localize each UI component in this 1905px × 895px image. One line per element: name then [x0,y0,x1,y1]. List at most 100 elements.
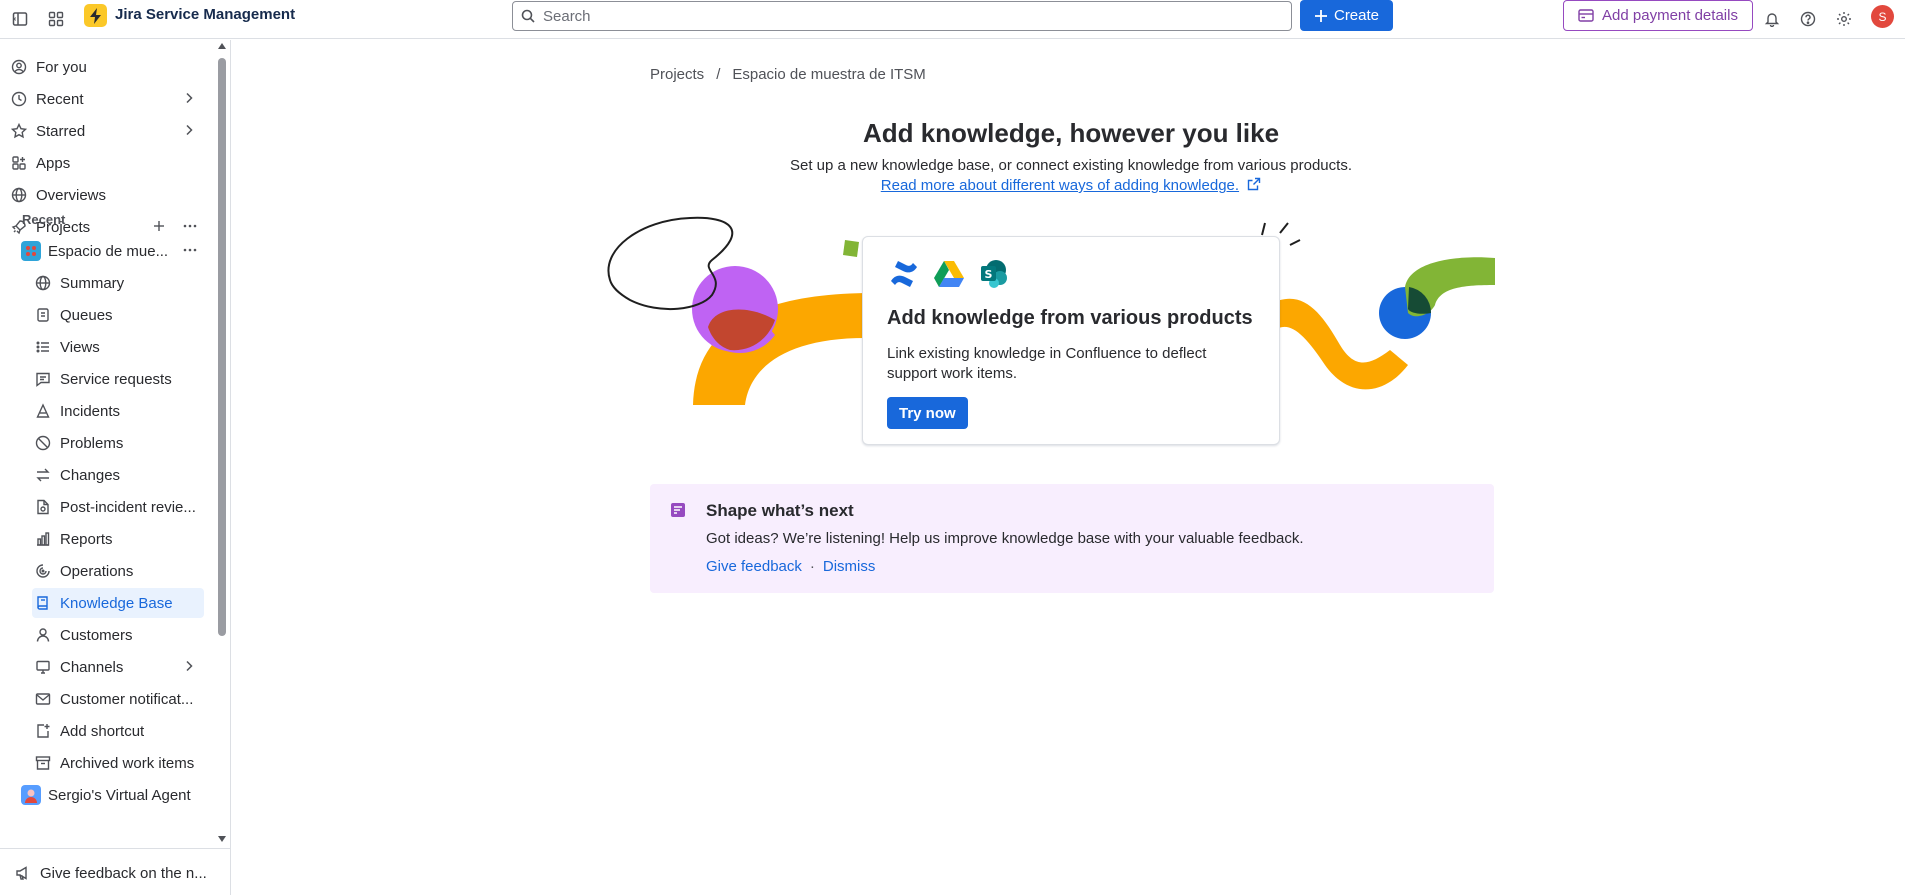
apps-icon [8,152,30,174]
megaphone-icon [12,862,34,884]
sharepoint-logo-icon: S [981,260,1007,288]
create-label: Create [1333,7,1380,24]
breadcrumb-projects[interactable]: Projects [650,66,704,83]
sidebar-project-espacio[interactable]: Espacio de mue... [20,236,204,266]
sidebar-item-overviews[interactable]: Overviews [8,180,204,210]
search-box[interactable] [512,1,1292,31]
swap-icon [32,464,54,486]
google-drive-logo-icon [934,261,964,287]
project-name: Espacio de mue... [48,242,169,260]
sidebar-item-channels[interactable]: Channels [32,652,204,682]
scroll-down-icon[interactable] [218,835,226,843]
sidebar-item-label: Knowledge Base [60,594,173,612]
create-button[interactable]: Create [1300,0,1393,31]
breadcrumb-separator: / [716,66,721,83]
chevron-right-icon[interactable] [182,123,196,141]
sidebar-item-changes[interactable]: Changes [32,460,204,490]
dismiss-link[interactable]: Dismiss [823,558,876,575]
star-icon [8,120,30,142]
sidebar-item-post-incident-reviews[interactable]: Post-incident revie... [32,492,204,522]
product-logos: S [889,259,1009,289]
sidebar-item-label: Queues [60,306,113,324]
sidebar-item-label: Customers [60,626,133,644]
sidebar-item-reports[interactable]: Reports [32,524,204,554]
plus-icon [1314,9,1327,22]
external-link-icon[interactable] [1247,177,1261,191]
sidebar-toggle-icon[interactable] [6,5,34,33]
sidebar-item-add-shortcut[interactable]: Add shortcut [32,716,204,746]
svg-text:S: S [985,268,993,281]
sidebar-item-customers[interactable]: Customers [32,620,204,650]
sidebar-item-operations[interactable]: Operations [32,556,204,586]
avatar[interactable]: S [1871,5,1894,28]
breadcrumb-current[interactable]: Espacio de muestra de ITSM [732,66,925,83]
top-navigation: Jira Service Management Create Add payme… [0,0,1905,39]
feedback-separator: · [809,558,815,575]
give-feedback-link[interactable]: Give feedback [706,558,802,575]
sidebar-item-label: Operations [60,562,134,580]
product-name[interactable]: Jira Service Management [115,6,295,23]
try-now-button[interactable]: Try now [887,397,968,429]
incident-icon [32,400,54,422]
sidebar-item-for-you[interactable]: For you [8,52,204,82]
recent-section-label: Recent [22,212,66,227]
list-icon [32,336,54,358]
sidebar-item-archived-work-items[interactable]: Archived work items [32,748,204,778]
search-input[interactable] [543,7,1243,25]
globe-icon [32,272,54,294]
person-circle-icon [8,56,30,78]
page-title: Add knowledge, however you like [862,118,1280,148]
give-feedback-nav-button[interactable]: Give feedback on the n... [12,858,212,888]
sidebar-item-queues[interactable]: Queues [32,300,204,330]
sidebar-item-label: Sergio's Virtual Agent [48,786,191,804]
add-shortcut-icon [32,720,54,742]
sidebar-item-label: Summary [60,274,125,292]
sidebar-item-service-requests[interactable]: Service requests [32,364,204,394]
virtual-agent-avatar-icon [20,784,42,806]
sidebar-item-label: Recent [36,90,84,108]
payment-label: Add payment details [1602,7,1738,24]
sidebar-item-label: Apps [36,154,71,172]
sidebar-item-label: Reports [60,530,113,548]
person-icon [32,624,54,646]
message-icon [32,368,54,390]
sidebar-item-label: Channels [60,658,124,676]
add-project-icon[interactable] [152,219,166,237]
sidebar-item-label: Changes [60,466,121,484]
breadcrumb: Projects / Espacio de muestra de ITSM [650,66,926,83]
sidebar-item-apps[interactable]: Apps [8,148,204,178]
sidebar-item-problems[interactable]: Problems [32,428,204,458]
queue-icon [32,304,54,326]
read-more-link[interactable]: Read more about different ways of adding… [881,177,1239,194]
scroll-up-icon[interactable] [218,42,226,50]
clock-icon [8,88,30,110]
app-switcher-icon[interactable] [42,5,70,33]
add-payment-button[interactable]: Add payment details [1563,0,1753,31]
sidebar-item-label: Incidents [60,402,121,420]
gear-icon[interactable] [1830,5,1858,33]
sidebar-item-recent[interactable]: Recent [8,84,204,114]
sidebar-project-virtual-agent[interactable]: Sergio's Virtual Agent [20,780,204,810]
sidebar-item-incidents[interactable]: Incidents [32,396,204,426]
sidebar-scroll-thumb[interactable] [218,58,226,636]
sidebar-item-starred[interactable]: Starred [8,116,204,146]
sidebar-item-knowledge-base[interactable]: Knowledge Base [32,588,204,618]
decorative-shapes-left [607,216,865,405]
more-icon[interactable] [182,219,198,237]
sidebar-item-customer-notifications[interactable]: Customer notificat... [32,684,204,714]
feedback-note-icon [671,503,685,517]
jsm-logo-icon[interactable] [84,4,107,27]
chevron-right-icon[interactable] [182,659,196,677]
project-avatar-icon [20,240,42,262]
page-subtitle: Set up a new knowledge base, or connect … [790,157,1352,174]
sidebar-item-label: Problems [60,434,124,452]
more-icon[interactable] [182,243,198,261]
card-title: Add knowledge from various products [887,307,1253,329]
read-more-text: Read more about different ways of adding… [880,177,1240,194]
chart-icon [32,528,54,550]
sidebar-item-views[interactable]: Views [32,332,204,362]
help-icon[interactable] [1794,5,1822,33]
sidebar-item-summary[interactable]: Summary [32,268,204,298]
chevron-right-icon[interactable] [182,91,196,109]
bell-icon[interactable] [1758,5,1786,33]
